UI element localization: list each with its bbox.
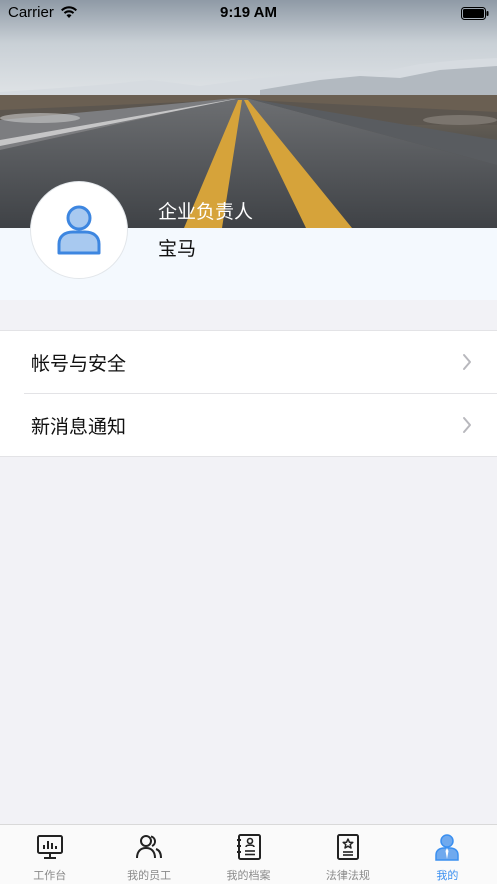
user-role: 企业负责人 [158,201,254,223]
tab-label: 我的 [436,869,459,882]
tab-label: 法律法规 [325,869,370,882]
tab-bar: 工作台 我的员工 我的档案 法律法规 我的 [0,824,497,884]
chevron-right-icon [463,354,471,370]
tab-records[interactable]: 我的档案 [199,825,298,884]
menu-item-label: 新消息通知 [31,415,127,438]
tab-label: 我的档案 [226,869,271,882]
menu-item-label: 帐号与安全 [31,352,127,375]
company-name: 宝马 [158,238,197,260]
tab-laws[interactable]: 法律法规 [298,825,397,884]
chevron-right-icon [463,417,471,433]
tab-label: 工作台 [33,869,67,882]
profile-icon [435,834,460,861]
tab-label: 我的员工 [127,869,172,882]
laws-icon [336,834,359,860]
settings-menu: 帐号与安全 新消息通知 [0,330,497,457]
user-avatar-icon [57,205,101,255]
tab-employees[interactable]: 我的员工 [99,825,198,884]
status-time: 9:19 AM [220,4,277,21]
employees-icon [136,835,163,859]
battery-icon [461,6,489,24]
dashboard-icon [36,835,63,859]
tab-profile[interactable]: 我的 [398,825,497,884]
records-icon [236,834,261,860]
menu-item-account-security[interactable]: 帐号与安全 [0,331,497,393]
status-bar: Carrier 9:19 AM [0,0,497,26]
menu-item-notifications[interactable]: 新消息通知 [24,393,497,456]
tab-dashboard[interactable]: 工作台 [0,825,99,884]
avatar[interactable] [31,182,127,278]
